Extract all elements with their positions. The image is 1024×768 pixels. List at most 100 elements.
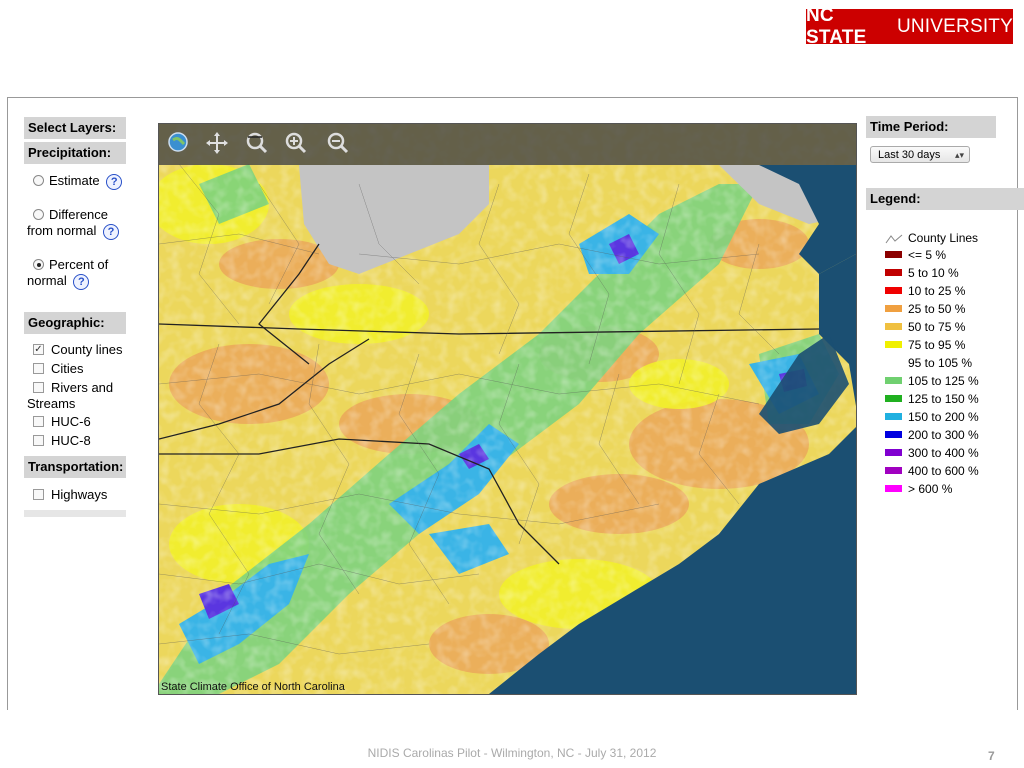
legend-label: 105 to 125 % xyxy=(908,374,979,388)
legend-item: 10 to 25 % xyxy=(885,284,965,298)
geographic-header: Geographic: xyxy=(24,312,126,334)
precip-option-difference[interactable]: Difference from normal ? xyxy=(27,207,119,240)
rivers-label-2: Streams xyxy=(27,396,76,411)
transport-option-highways[interactable]: Highways xyxy=(33,487,107,503)
map-credit: State Climate Office of North Carolina xyxy=(161,681,345,693)
difference-label-2: from normal xyxy=(27,223,97,238)
pan-icon[interactable] xyxy=(205,131,231,157)
huc6-checkbox[interactable] xyxy=(33,416,44,428)
geo-option-rivers[interactable]: Rivers and Streams xyxy=(27,380,113,412)
legend-label: 10 to 25 % xyxy=(908,284,966,298)
select-arrows-icon: ▴▾ xyxy=(954,150,964,160)
legend-item: 400 to 600 % xyxy=(885,464,979,478)
percent-label-2: normal xyxy=(27,273,67,288)
county-lines-icon xyxy=(885,234,903,244)
legend-label: 200 to 300 % xyxy=(908,428,979,442)
legend-swatch xyxy=(885,467,902,475)
legend-swatch xyxy=(885,431,902,439)
legend-swatch xyxy=(885,359,902,366)
legend-swatch xyxy=(885,323,902,331)
transportation-header: Transportation: xyxy=(24,456,126,478)
legend-item: 125 to 150 % xyxy=(885,392,979,406)
legend-item: 5 to 10 % xyxy=(885,266,959,280)
legend-label: 400 to 600 % xyxy=(908,464,979,478)
legend-label: > 600 % xyxy=(908,482,953,496)
legend-label: 300 to 400 % xyxy=(908,446,979,460)
time-period-value: Last 30 days xyxy=(878,149,941,161)
legend-swatch xyxy=(885,377,902,385)
county-lines-label: County lines xyxy=(51,342,123,357)
legend-item: 200 to 300 % xyxy=(885,428,979,442)
zoom-box-icon[interactable] xyxy=(245,131,271,157)
precipitation-header: Precipitation: xyxy=(24,142,126,164)
zoom-in-icon[interactable] xyxy=(284,131,310,157)
legend-item: 95 to 105 % xyxy=(885,356,972,370)
legend-label: 5 to 10 % xyxy=(908,266,959,280)
logo-thin-text: UNIVERSITY xyxy=(896,15,1013,37)
geo-option-county-lines[interactable]: ✓ County lines xyxy=(33,342,123,358)
time-period-select[interactable]: Last 30 days ▴▾ xyxy=(870,146,970,163)
legend-label: 95 to 105 % xyxy=(908,356,973,370)
cities-checkbox[interactable] xyxy=(33,363,44,375)
legend-header: Legend: xyxy=(866,188,1024,210)
legend-item: 50 to 75 % xyxy=(885,320,965,334)
legend-item: 25 to 50 % xyxy=(885,302,965,316)
difference-label-1: Difference xyxy=(49,207,109,222)
precip-option-estimate[interactable]: Estimate ? xyxy=(33,173,123,190)
estimate-radio[interactable] xyxy=(33,175,44,187)
huc6-label: HUC-6 xyxy=(51,414,91,429)
rivers-checkbox[interactable] xyxy=(33,382,44,394)
legend-item: 300 to 400 % xyxy=(885,446,979,460)
legend-item: 150 to 200 % xyxy=(885,410,979,424)
legend-swatch xyxy=(885,269,902,277)
legend-label: 75 to 95 % xyxy=(908,338,966,352)
select-layers-header: Select Layers: xyxy=(24,117,126,139)
legend-label: <= 5 % xyxy=(908,248,947,262)
logo-bold-text: NC STATE xyxy=(806,4,867,48)
estimate-label: Estimate xyxy=(49,173,100,188)
legend-swatch xyxy=(885,305,902,313)
map-toolbar xyxy=(159,124,856,165)
huc8-label: HUC-8 xyxy=(51,433,91,448)
nc-state-logo: NC STATE UNIVERSITY xyxy=(806,5,1013,48)
time-period-header: Time Period: xyxy=(866,116,996,138)
help-icon[interactable]: ? xyxy=(102,223,119,240)
map-canvas[interactable] xyxy=(159,124,856,694)
globe-icon[interactable] xyxy=(167,131,193,157)
panel-bottom-bar xyxy=(24,510,126,517)
legend-swatch xyxy=(885,341,902,349)
legend-label: 150 to 200 % xyxy=(908,410,979,424)
help-icon[interactable]: ? xyxy=(106,173,123,190)
legend-swatch xyxy=(885,413,902,421)
huc8-checkbox[interactable] xyxy=(33,435,44,447)
help-icon[interactable]: ? xyxy=(73,273,90,290)
legend-swatch xyxy=(885,395,902,403)
slide-footer: NIDIS Carolinas Pilot - Wilmington, NC -… xyxy=(367,746,657,760)
geo-option-huc8[interactable]: HUC-8 xyxy=(33,433,91,449)
percent-radio[interactable] xyxy=(33,259,44,271)
legend-label: 125 to 150 % xyxy=(908,392,979,406)
legend-item: 105 to 125 % xyxy=(885,374,979,388)
zoom-out-icon[interactable] xyxy=(326,131,352,157)
legend-item-county-lines: County Lines xyxy=(885,231,978,245)
legend-swatch xyxy=(885,485,902,493)
precipitation-map[interactable]: State Climate Office of North Carolina xyxy=(158,123,857,695)
legend-item: > 600 % xyxy=(885,482,952,496)
legend-item: <= 5 % xyxy=(885,248,946,262)
difference-radio[interactable] xyxy=(33,209,44,221)
geo-option-huc6[interactable]: HUC-6 xyxy=(33,414,91,430)
legend-swatch xyxy=(885,449,902,457)
legend-swatch xyxy=(885,287,902,295)
highways-checkbox[interactable] xyxy=(33,489,44,501)
highways-label: Highways xyxy=(51,487,108,502)
page-number: 7 xyxy=(988,749,995,763)
legend-label: 25 to 50 % xyxy=(908,302,966,316)
cities-label: Cities xyxy=(51,361,84,376)
county-lines-checkbox[interactable]: ✓ xyxy=(33,344,44,356)
percent-label-1: Percent of xyxy=(49,257,109,272)
geo-option-cities[interactable]: Cities xyxy=(33,361,84,377)
legend-item: 75 to 95 % xyxy=(885,338,965,352)
legend-label: 50 to 75 % xyxy=(908,320,966,334)
legend-swatch xyxy=(885,251,902,259)
precip-option-percent[interactable]: Percent of normal ? xyxy=(27,257,108,290)
